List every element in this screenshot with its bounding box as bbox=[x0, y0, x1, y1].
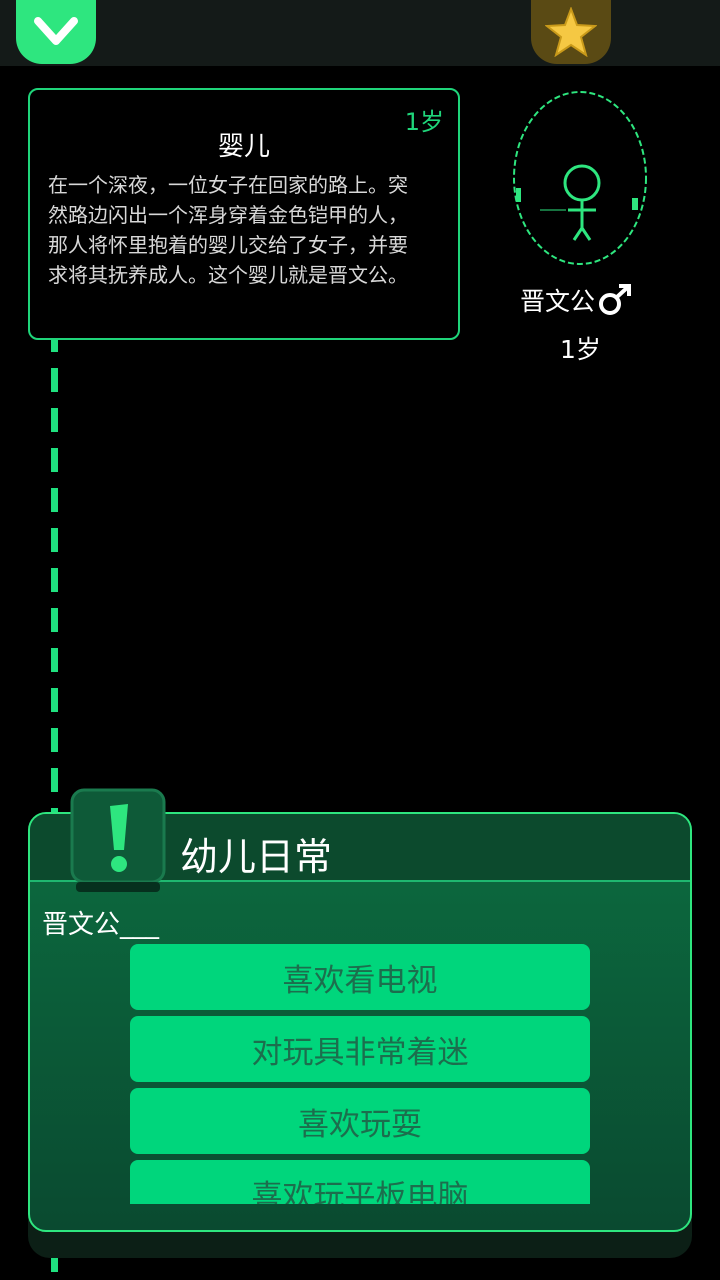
alert-badge bbox=[70, 788, 166, 892]
choice-scroll-clip: 喜欢玩平板电脑 bbox=[130, 1160, 590, 1204]
event-title: 婴儿 bbox=[217, 132, 270, 162]
character-name-row: 晋文公 bbox=[520, 282, 680, 318]
choice-button[interactable]: 喜欢玩耍 bbox=[130, 1088, 590, 1154]
character-name: 晋文公 bbox=[520, 287, 596, 316]
star-icon bbox=[545, 7, 597, 57]
exclamation-icon bbox=[70, 788, 166, 892]
top-bar bbox=[0, 0, 720, 66]
panel-title: 幼儿日常 bbox=[180, 835, 333, 879]
favorite-button[interactable] bbox=[531, 0, 611, 64]
question-prompt: 晋文公___ bbox=[42, 910, 160, 940]
character-portrait[interactable] bbox=[510, 88, 650, 270]
choice-button[interactable]: 喜欢玩平板电脑 bbox=[130, 1160, 590, 1204]
collapse-button[interactable] bbox=[16, 0, 96, 64]
character-age: 1岁 bbox=[560, 335, 601, 364]
event-card: 1岁 婴儿 在一个深夜，一位女子在回家的路上。突然路边闪出一个浑身穿着金色铠甲的… bbox=[28, 88, 460, 340]
avatar-icon bbox=[513, 91, 647, 265]
chevron-down-icon bbox=[34, 17, 78, 45]
event-description: 在一个深夜，一位女子在回家的路上。突然路边闪出一个浑身穿着金色铠甲的人，那人将怀… bbox=[48, 173, 408, 287]
choice-button[interactable]: 对玩具非常着迷 bbox=[130, 1016, 590, 1082]
male-icon bbox=[599, 284, 632, 315]
choice-button[interactable]: 喜欢看电视 bbox=[130, 944, 590, 1010]
